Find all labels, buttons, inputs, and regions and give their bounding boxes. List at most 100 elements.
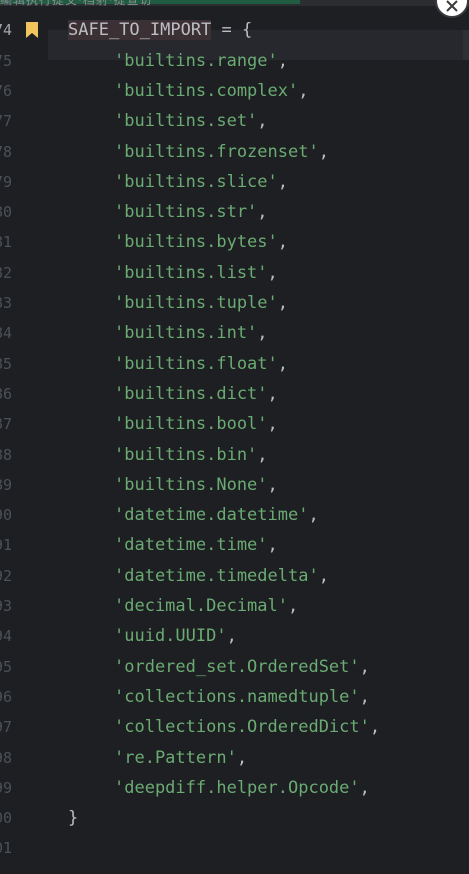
string-literal: 'builtins.bin' <box>114 444 258 465</box>
code-line[interactable]: 94 'uuid.UUID', <box>0 621 469 651</box>
string-literal: 'builtins.set' <box>114 111 258 132</box>
comma-token: , <box>277 353 289 374</box>
code-line[interactable]: 80 'builtins.str', <box>0 197 469 227</box>
line-number: 82 <box>0 263 13 282</box>
closing-brace: } <box>68 808 79 829</box>
comma-token: , <box>257 111 268 132</box>
code-text: 'builtins.list', <box>114 258 278 288</box>
comma-token: , <box>257 444 268 465</box>
line-number: 91 <box>0 536 13 555</box>
code-text: 'datetime.datetime', <box>114 500 319 530</box>
code-text: 'builtins.bytes', <box>114 227 288 257</box>
string-literal: 'uuid.UUID' <box>114 626 227 647</box>
code-text: 'collections.OrderedDict', <box>114 712 380 742</box>
code-line[interactable]: 76 'builtins.complex', <box>0 76 469 106</box>
line-number: 80 <box>0 203 13 222</box>
code-line[interactable]: 89 'builtins.None', <box>0 470 469 500</box>
comma-token: , <box>288 596 299 616</box>
comma-token: , <box>369 717 381 738</box>
code-text: 'builtins.str', <box>114 197 268 227</box>
string-literal: 'collections.namedtuple' <box>114 686 360 707</box>
comma-token: , <box>277 293 289 313</box>
line-number: 92 <box>0 566 13 585</box>
line-number: 98 <box>0 748 13 767</box>
code-text: 'builtins.slice', <box>114 167 288 197</box>
string-literal: 'builtins.frozenset' <box>114 141 319 162</box>
string-literal: 'datetime.timedelta' <box>114 565 319 586</box>
comma-token: , <box>359 777 370 798</box>
line-number: 86 <box>0 384 13 403</box>
string-literal: 'ordered_set.OrderedSet' <box>114 656 360 677</box>
code-line[interactable]: 86 'builtins.dict', <box>0 379 469 409</box>
code-line[interactable]: 87 'builtins.bool', <box>0 409 469 439</box>
operator-token: = { <box>211 20 253 41</box>
code-text: } <box>68 803 78 833</box>
code-text: 'builtins.None', <box>114 470 278 500</box>
line-number: 78 <box>0 142 13 161</box>
code-line[interactable]: 84 'builtins.int', <box>0 318 469 348</box>
comma-token: , <box>359 686 370 707</box>
code-line[interactable]: 73 <box>0 0 469 15</box>
code-line[interactable]: 96 'collections.namedtuple', <box>0 682 469 712</box>
code-line[interactable]: 82 'builtins.list', <box>0 258 469 288</box>
code-line[interactable]: 98 're.Pattern', <box>0 743 469 773</box>
line-number: 76 <box>0 81 13 100</box>
code-line[interactable]: 00} <box>0 803 469 833</box>
code-line[interactable]: 90 'datetime.datetime', <box>0 500 469 530</box>
code-line[interactable]: 78 'builtins.frozenset', <box>0 137 469 167</box>
comma-token: , <box>267 383 278 404</box>
code-line[interactable]: 99 'deepdiff.helper.Opcode', <box>0 773 469 803</box>
string-literal: 'builtins.int' <box>114 323 258 344</box>
line-number: 84 <box>0 324 13 343</box>
code-editor[interactable]: 编辑执行提交·档射·提查访 7374SAFE_TO_IMPORT = {75'b… <box>0 0 469 874</box>
code-text: 'builtins.float', <box>114 349 288 379</box>
string-literal: 'builtins.str' <box>114 202 258 223</box>
comma-token: , <box>267 474 278 495</box>
code-line[interactable]: 77 'builtins.set', <box>0 106 469 136</box>
string-literal: 'builtins.slice' <box>114 171 278 192</box>
string-literal: 'builtins.dict' <box>114 383 268 404</box>
line-number: 00 <box>0 809 13 828</box>
identifier-token: SAFE_TO_IMPORT <box>68 20 212 41</box>
code-text: 'builtins.int', <box>114 318 268 348</box>
string-literal: 're.Pattern' <box>114 747 237 768</box>
comma-token: , <box>226 626 237 647</box>
line-number: 83 <box>0 294 13 312</box>
code-text: 'datetime.timedelta', <box>114 561 329 591</box>
code-text: 'datetime.time', <box>114 530 278 560</box>
code-line[interactable]: 91 'datetime.time', <box>0 530 469 560</box>
code-line[interactable]: 93 'decimal.Decimal', <box>0 591 469 621</box>
code-line[interactable]: 92 'datetime.timedelta', <box>0 561 469 591</box>
code-line[interactable]: 95 'ordered_set.OrderedSet', <box>0 652 469 682</box>
code-line[interactable]: 88 'builtins.bin', <box>0 440 469 470</box>
line-number: 87 <box>0 415 13 434</box>
code-text: 'builtins.range', <box>114 46 288 76</box>
code-line[interactable]: 97 'collections.OrderedDict', <box>0 712 469 742</box>
string-literal: 'datetime.datetime' <box>114 505 309 526</box>
line-number: 74 <box>0 21 13 40</box>
line-number: 85 <box>0 354 13 373</box>
comma-token: , <box>277 171 289 192</box>
line-number: 95 <box>0 657 13 676</box>
line-number: 96 <box>0 687 13 706</box>
comma-token: , <box>308 505 319 526</box>
code-line[interactable]: 83 'builtins.tuple', <box>0 288 469 318</box>
string-literal: 'builtins.complex' <box>114 80 299 101</box>
line-number: 81 <box>0 233 13 252</box>
comma-token: , <box>298 80 309 101</box>
code-text: SAFE_TO_IMPORT = { <box>68 15 252 45</box>
code-line[interactable]: 85 'builtins.float', <box>0 349 469 379</box>
bookmark-icon[interactable] <box>26 22 38 39</box>
code-line[interactable]: 79 'builtins.slice', <box>0 167 469 197</box>
code-line[interactable]: 01 <box>0 833 469 863</box>
code-line[interactable]: 75 'builtins.range', <box>0 46 469 76</box>
line-number: 94 <box>0 627 13 646</box>
line-number: 01 <box>0 839 13 858</box>
code-text: 'collections.namedtuple', <box>114 682 370 712</box>
code-text: 'builtins.tuple', <box>114 288 288 318</box>
code-text: 'ordered_set.OrderedSet', <box>114 652 370 682</box>
comma-token: , <box>267 535 278 556</box>
comma-token: , <box>277 232 289 253</box>
code-line[interactable]: 74 SAFE_TO_IMPORT = { <box>0 15 469 45</box>
code-line[interactable]: 81 'builtins.bytes', <box>0 227 469 257</box>
